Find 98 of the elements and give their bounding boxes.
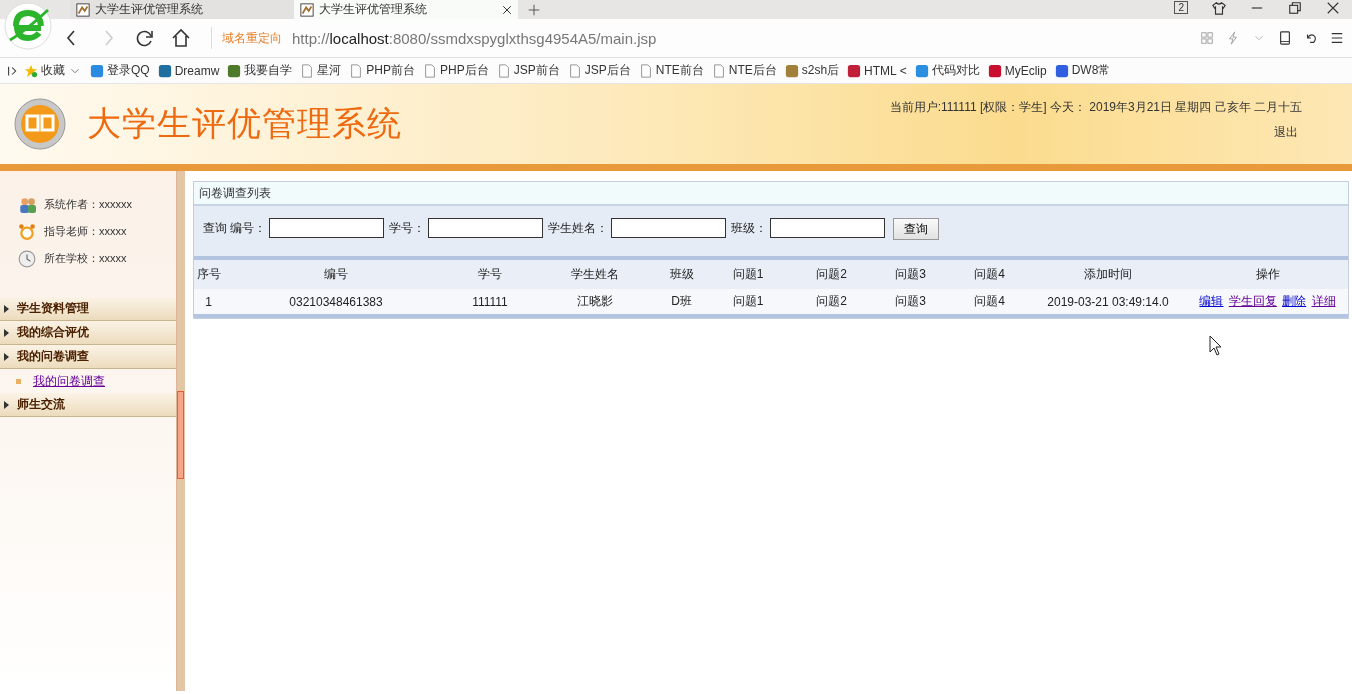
people-icon (18, 195, 36, 214)
alarm-clock-icon (18, 222, 36, 241)
bookmark-link[interactable]: 代码对比 (914, 62, 980, 79)
bookmark-link[interactable]: s2sh后 (784, 62, 840, 79)
document-icon (423, 63, 438, 78)
document-icon (711, 63, 726, 78)
document-icon (300, 63, 315, 78)
table-cell: 111111 (449, 289, 531, 314)
new-tab-icon[interactable] (528, 4, 540, 16)
bookmark-link[interactable]: PHP后台 (423, 62, 489, 79)
menu-header[interactable]: 师生交流 (0, 393, 177, 417)
table-cell: 2019-03-21 03:49:14.0 (1029, 289, 1187, 314)
table-cell: 03210348461383 (223, 289, 449, 314)
splitter-handle[interactable] (177, 391, 185, 479)
column-header: 编号 (223, 260, 449, 289)
address-field[interactable]: http://localhost:8080/ssmdxspyglxthsg4954A5/main.jsp (292, 29, 1200, 47)
action-link[interactable]: 删除 (1282, 294, 1307, 308)
search-button[interactable]: 查询 (893, 218, 939, 240)
action-link[interactable]: 编辑 (1199, 294, 1224, 308)
page-icon (76, 2, 90, 17)
input-field[interactable] (770, 218, 885, 238)
close-icon[interactable] (502, 4, 512, 15)
expand-arrow-icon (4, 400, 9, 409)
field-label: 学生姓名： (548, 220, 608, 237)
field-label: 班级： (731, 220, 767, 237)
expand-arrow-icon (4, 304, 9, 313)
logo-icon (13, 97, 67, 151)
browser-tab[interactable]: 大学生评优管理系统 (70, 0, 294, 19)
bookmark-link[interactable]: Dreamw (157, 63, 220, 78)
document-icon (496, 63, 511, 78)
column-header: 添加时间 (1029, 260, 1187, 289)
expand-arrow-icon (4, 328, 9, 337)
info-text: 系统作者：xxxxxx (44, 197, 132, 212)
bookmark-link[interactable]: NTE后台 (711, 62, 777, 79)
table-cell: 问题1 (704, 289, 792, 314)
table-cell: 江晓影 (531, 289, 659, 314)
bookmark-link[interactable]: HTML < (847, 63, 907, 78)
document-icon (349, 63, 364, 78)
info-text: 指导老师：xxxxx (44, 224, 127, 239)
page-icon (300, 2, 314, 17)
bookmark-link[interactable]: 我要自学 (227, 62, 293, 79)
column-header: 学号 (449, 260, 531, 289)
system-title: 大学生评优管理系统 (87, 102, 403, 145)
column-header: 问题2 (792, 260, 871, 289)
input-field[interactable] (269, 218, 384, 238)
menu-header[interactable]: 我的问卷调查 (0, 345, 177, 369)
field-label: 学号： (389, 220, 425, 237)
column-header: 序号 (194, 260, 223, 289)
undo-icon[interactable] (1304, 31, 1318, 45)
clock-icon (18, 249, 36, 268)
tab-count-badge[interactable]: 2 (1174, 1, 1188, 14)
table-cell: 1 (194, 289, 223, 314)
restore-icon[interactable] (1288, 0, 1302, 15)
panel-title: 问卷调查列表 (194, 182, 1348, 206)
menu-header[interactable]: 我的综合评优 (0, 321, 177, 345)
menu-link[interactable]: 我的问卷调查 (33, 372, 105, 390)
field-label: 编号： (230, 220, 266, 237)
bookmark-link[interactable]: DW8常 (1054, 62, 1111, 79)
table-cell: 问题4 (950, 289, 1029, 314)
expand-arrow-icon (4, 352, 9, 361)
column-header: 学生姓名 (531, 260, 659, 289)
bookmark-link[interactable]: 星河 (300, 62, 342, 79)
column-header: 操作 (1187, 260, 1348, 289)
column-header: 问题4 (950, 260, 1029, 289)
bookmark-link[interactable]: NTE前台 (638, 62, 704, 79)
bullet-icon (16, 378, 21, 384)
table-cell: D班 (659, 289, 704, 314)
search-label: 查询 (203, 220, 227, 237)
browser-tab[interactable]: 大学生评优管理系统 (294, 0, 518, 19)
document-icon (567, 63, 582, 78)
column-header: 班级 (659, 260, 704, 289)
user-info-text: 当前用户:111111 [权限：学生] 今天： 2019年3月21日 星期四 己亥年 二月十五 (889, 99, 1302, 116)
input-field[interactable] (428, 218, 543, 238)
column-header: 问题3 (871, 260, 950, 289)
bookmark-link[interactable]: PHP前台 (349, 62, 416, 79)
bookmark-link[interactable]: MyEclip (987, 63, 1047, 78)
action-link[interactable]: 学生回复 (1228, 294, 1277, 308)
cursor-icon (1209, 335, 1223, 356)
input-field[interactable] (611, 218, 726, 238)
star-icon (24, 63, 38, 78)
home-icon[interactable] (171, 28, 191, 48)
tablet-icon[interactable] (1278, 31, 1292, 45)
menu-header[interactable]: 学生资料管理 (0, 297, 177, 321)
bookmark-link[interactable]: 登录QQ (90, 62, 150, 79)
column-header: 问题1 (704, 260, 792, 289)
bookmark-link[interactable]: 收藏 (24, 62, 82, 79)
close-icon[interactable] (1326, 0, 1340, 15)
reload-icon[interactable] (135, 28, 155, 48)
shirt-icon[interactable] (1212, 0, 1226, 15)
bookmark-link[interactable]: JSP后台 (567, 62, 631, 79)
info-text: 所在学校：xxxxx (44, 251, 127, 266)
logout-link[interactable]: 退出 (1274, 124, 1298, 141)
action-link[interactable]: 详细 (1311, 294, 1336, 308)
document-icon (638, 63, 653, 78)
bookmark-link[interactable]: JSP前台 (496, 62, 560, 79)
table-cell: 问题2 (792, 289, 871, 314)
menu-icon[interactable] (1330, 31, 1344, 45)
table-cell: 问题3 (871, 289, 950, 314)
